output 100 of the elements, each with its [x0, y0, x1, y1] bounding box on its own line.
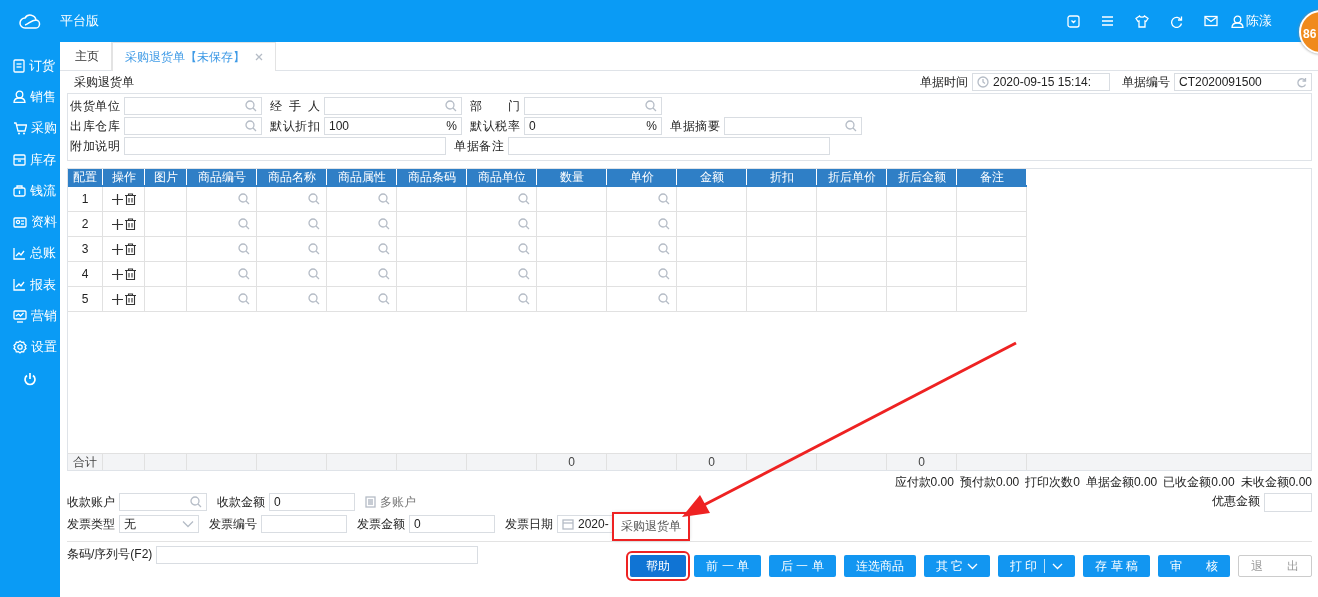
- table-cell[interactable]: [187, 237, 257, 262]
- table-cell[interactable]: [537, 187, 607, 212]
- table-cell[interactable]: [187, 187, 257, 212]
- table-cell[interactable]: [467, 212, 537, 237]
- input-field[interactable]: [156, 545, 479, 564]
- column-header[interactable]: 商品编号: [187, 169, 257, 185]
- action-button[interactable]: 打 印: [998, 555, 1076, 577]
- table-cell[interactable]: [145, 262, 187, 287]
- column-header[interactable]: 商品属性: [327, 169, 397, 185]
- table-cell[interactable]: [327, 287, 397, 312]
- table-cell[interactable]: [817, 212, 887, 237]
- sidebar-item[interactable]: 报表: [0, 269, 60, 301]
- table-cell[interactable]: [327, 187, 397, 212]
- column-header[interactable]: 折后单价: [817, 169, 887, 185]
- table-cell[interactable]: [677, 262, 747, 287]
- column-header[interactable]: 金额: [677, 169, 747, 185]
- input-field[interactable]: [119, 493, 207, 511]
- action-button[interactable]: 审 核: [1158, 555, 1230, 577]
- sidebar-item[interactable]: 营销: [0, 300, 60, 332]
- column-header[interactable]: 单价: [607, 169, 677, 185]
- table-cell[interactable]: [887, 212, 957, 237]
- table-cell[interactable]: [957, 187, 1027, 212]
- input-field[interactable]: [261, 515, 347, 533]
- close-icon[interactable]: [255, 53, 263, 61]
- column-header[interactable]: 商品单位: [467, 169, 537, 185]
- action-button[interactable]: 连选商品: [843, 555, 916, 577]
- table-cell[interactable]: [397, 212, 467, 237]
- table-cell[interactable]: [817, 287, 887, 312]
- table-cell[interactable]: [817, 262, 887, 287]
- table-cell[interactable]: [537, 237, 607, 262]
- table-cell[interactable]: [145, 287, 187, 312]
- table-cell[interactable]: [887, 187, 957, 212]
- table-cell[interactable]: [607, 287, 677, 312]
- table-cell[interactable]: [747, 187, 817, 212]
- column-header[interactable]: 数量: [537, 169, 607, 185]
- table-cell[interactable]: [957, 237, 1027, 262]
- table-cell[interactable]: [397, 187, 467, 212]
- input-field[interactable]: 2020-09-15 15:14:: [972, 73, 1110, 91]
- table-cell[interactable]: [145, 187, 187, 212]
- table-cell[interactable]: [257, 212, 327, 237]
- sidebar-item[interactable]: 订货: [0, 50, 60, 82]
- action-button[interactable]: 存 草 稿: [1083, 555, 1150, 577]
- table-cell[interactable]: [327, 212, 397, 237]
- column-header[interactable]: 商品名称: [257, 169, 327, 185]
- table-cell[interactable]: [467, 287, 537, 312]
- input-field[interactable]: 100 %: [324, 117, 462, 135]
- table-cell[interactable]: [817, 237, 887, 262]
- tab[interactable]: 采购退货单【未保存】: [112, 42, 276, 71]
- table-cell[interactable]: [257, 287, 327, 312]
- table-cell[interactable]: [607, 212, 677, 237]
- column-header[interactable]: 配置: [68, 169, 103, 185]
- input-field[interactable]: 0: [269, 493, 355, 511]
- column-header[interactable]: 折后金额: [887, 169, 957, 185]
- input-field[interactable]: CT2020091500: [1174, 73, 1312, 91]
- action-button[interactable]: 其 它: [923, 555, 990, 577]
- table-cell[interactable]: [887, 237, 957, 262]
- table-cell[interactable]: [887, 287, 957, 312]
- table-cell[interactable]: [257, 187, 327, 212]
- table-cell[interactable]: [957, 287, 1027, 312]
- table-cell[interactable]: [677, 187, 747, 212]
- table-cell[interactable]: [607, 187, 677, 212]
- column-header[interactable]: 折扣: [747, 169, 817, 185]
- table-cell[interactable]: [397, 237, 467, 262]
- table-cell[interactable]: [257, 237, 327, 262]
- input-field[interactable]: [124, 97, 262, 115]
- table-cell[interactable]: [467, 187, 537, 212]
- input-field[interactable]: [324, 97, 462, 115]
- table-cell[interactable]: [677, 287, 747, 312]
- input-field[interactable]: 0 %: [524, 117, 662, 135]
- input-field[interactable]: [124, 117, 262, 135]
- input-field[interactable]: [124, 137, 446, 155]
- column-header[interactable]: 备注: [957, 169, 1027, 185]
- table-cell[interactable]: [677, 237, 747, 262]
- table-cell[interactable]: [145, 237, 187, 262]
- table-cell[interactable]: [817, 187, 887, 212]
- table-cell[interactable]: [257, 262, 327, 287]
- table-cell[interactable]: [467, 237, 537, 262]
- input-field[interactable]: [1264, 493, 1312, 512]
- table-cell[interactable]: [467, 262, 537, 287]
- table-cell[interactable]: [327, 262, 397, 287]
- input-field[interactable]: [724, 117, 862, 135]
- sidebar-item[interactable]: 销售: [0, 81, 60, 113]
- table-cell[interactable]: [327, 237, 397, 262]
- table-cell[interactable]: [187, 212, 257, 237]
- table-cell[interactable]: [537, 212, 607, 237]
- sidebar-item[interactable]: 库存: [0, 143, 60, 176]
- table-cell[interactable]: [747, 212, 817, 237]
- table-cell[interactable]: [187, 287, 257, 312]
- user-name[interactable]: 陈漾: [1246, 12, 1272, 30]
- action-button[interactable]: 前 一 单: [694, 555, 761, 577]
- table-cell[interactable]: [397, 262, 467, 287]
- sidebar-item[interactable]: 资料: [0, 206, 60, 238]
- column-header[interactable]: 图片: [145, 169, 187, 185]
- column-header[interactable]: 操作: [103, 169, 145, 185]
- table-cell[interactable]: [537, 287, 607, 312]
- sidebar-item[interactable]: 设置: [0, 331, 60, 363]
- table-cell[interactable]: [677, 212, 747, 237]
- table-cell[interactable]: [747, 287, 817, 312]
- table-cell[interactable]: [607, 237, 677, 262]
- table-cell[interactable]: [145, 212, 187, 237]
